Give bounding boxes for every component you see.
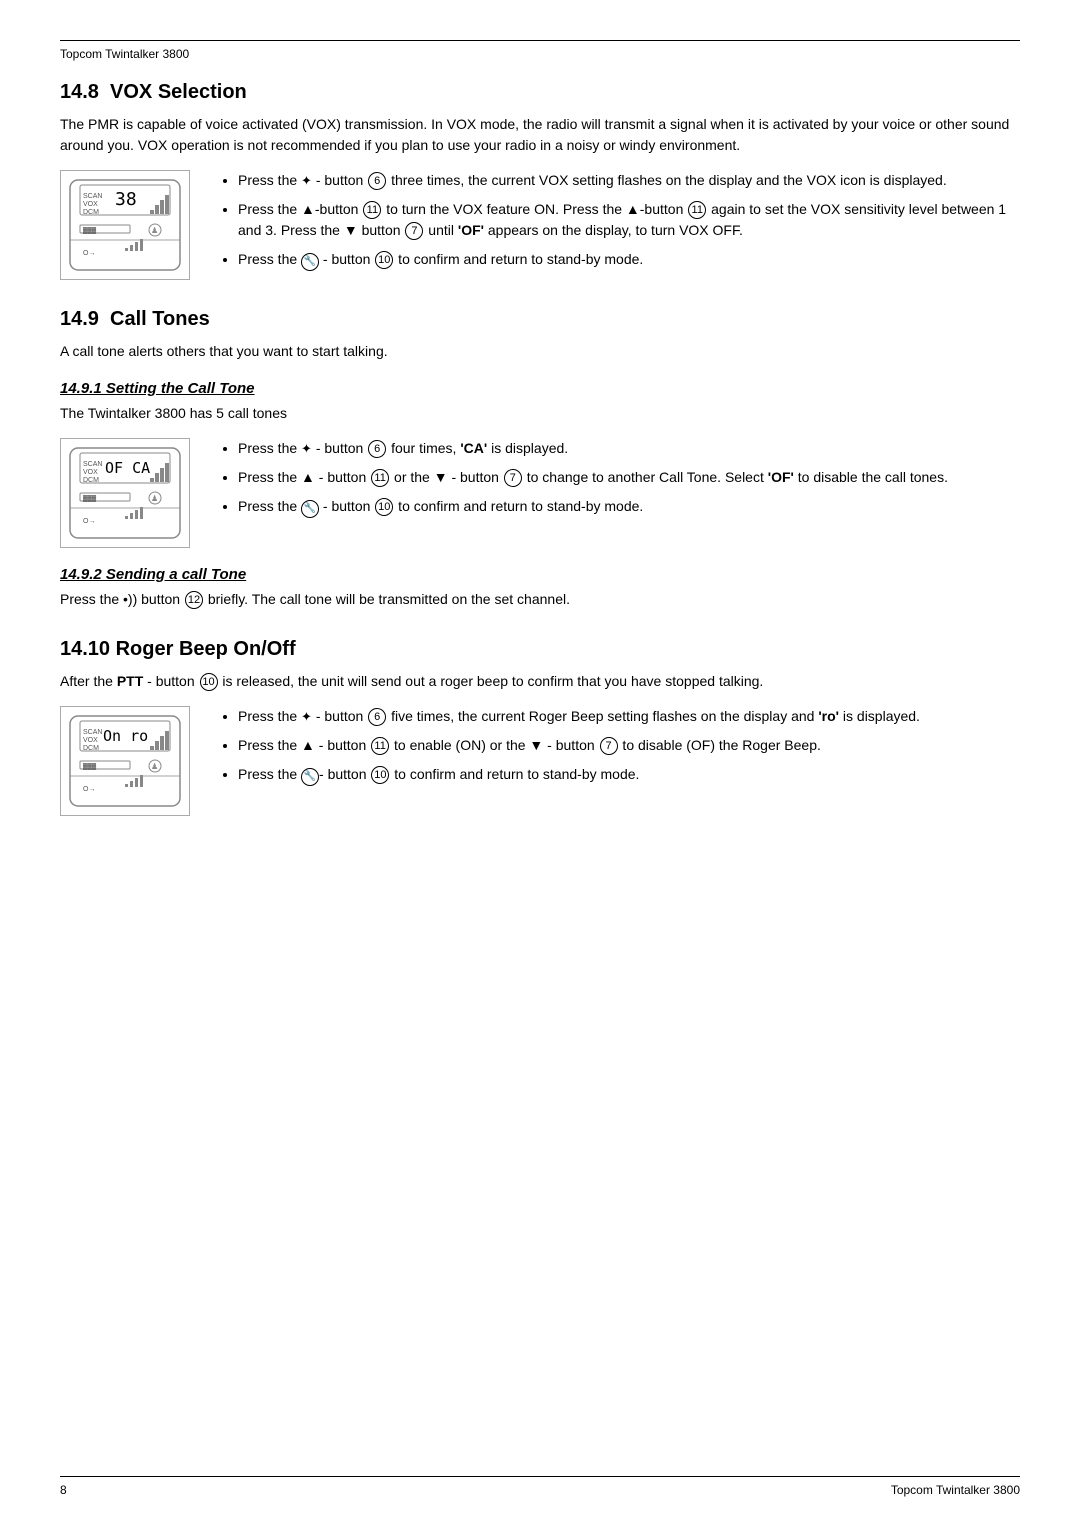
sub-section-992-title: 14.9.2 Sending a call Tone — [60, 566, 1020, 583]
svg-text:O→: O→ — [83, 786, 95, 793]
svg-text:VOX: VOX — [83, 469, 98, 476]
svg-text:VOX: VOX — [83, 201, 98, 208]
vox-bullet-3: Press the 🔧 - button 10 to confirm and r… — [238, 249, 1020, 271]
svg-text:DCM: DCM — [83, 477, 99, 484]
header: Topcom Twintalker 3800 — [60, 40, 1020, 61]
sub-section-991-title: 14.9.1 Setting the Call Tone — [60, 380, 1020, 397]
footer-brand: Topcom Twintalker 3800 — [891, 1483, 1020, 1497]
section-call-tones: 14.9 Call Tones A call tone alerts other… — [60, 308, 1020, 610]
svg-text:♟: ♟ — [151, 762, 158, 771]
call-tone-device-image: SCAN VOX DCM OF CA ▓▓▓ ♟ O→ — [60, 438, 190, 548]
call-tones-body: A call tone alerts others that you want … — [60, 341, 1020, 362]
section-roger-beep: 14.10 Roger Beep On/Off After the PTT - … — [60, 638, 1020, 816]
svg-text:♟: ♟ — [151, 494, 158, 503]
roger-beep-bullets: Press the ✦ - button 6 five times, the c… — [214, 706, 1020, 794]
svg-text:SCAN: SCAN — [83, 461, 102, 468]
vox-device-image: SCAN VOX DCM 38 ▓▓▓ ♟ — [60, 170, 190, 280]
footer: 8 Topcom Twintalker 3800 — [60, 1476, 1020, 1497]
vox-content: SCAN VOX DCM 38 ▓▓▓ ♟ — [60, 170, 1020, 280]
roger-beep-bullet-2: Press the ▲ - button 11 to enable (ON) o… — [238, 735, 1020, 756]
call-tone-setting-content: SCAN VOX DCM OF CA ▓▓▓ ♟ O→ — [60, 438, 1020, 548]
header-text: Topcom Twintalker 3800 — [60, 47, 189, 61]
svg-text:O→: O→ — [83, 518, 95, 525]
vox-bullet-2: Press the ▲-button 11 to turn the VOX fe… — [238, 199, 1020, 241]
call-tone-bullet-3: Press the 🔧 - button 10 to confirm and r… — [238, 496, 1020, 518]
svg-text:▓▓▓: ▓▓▓ — [83, 763, 97, 770]
svg-text:▓▓▓: ▓▓▓ — [83, 227, 97, 234]
roger-beep-intro: After the PTT - button 10 is released, t… — [60, 671, 1020, 692]
vox-title: 14.8 VOX Selection — [60, 81, 1020, 104]
call-tone-setting-bullets: Press the ✦ - button 6 four times, 'CA' … — [214, 438, 1020, 526]
roger-beep-title: 14.10 Roger Beep On/Off — [60, 638, 1020, 661]
roger-beep-content: SCAN VOX DCM On ro ▓▓▓ ♟ O→ — [60, 706, 1020, 816]
svg-text:O→: O→ — [83, 250, 95, 257]
vox-bullet-1: Press the ✦ - button 6 three times, the … — [238, 170, 1020, 191]
sub-section-991-body: The Twintalker 3800 has 5 call tones — [60, 403, 1020, 424]
svg-text:VOX: VOX — [83, 737, 98, 744]
roger-beep-bullet-3: Press the 🔧- button 10 to confirm and re… — [238, 764, 1020, 786]
svg-text:38: 38 — [115, 189, 137, 210]
footer-page-number: 8 — [60, 1483, 67, 1497]
call-tone-bullet-1: Press the ✦ - button 6 four times, 'CA' … — [238, 438, 1020, 459]
svg-text:On ro: On ro — [103, 727, 148, 745]
svg-text:♟: ♟ — [151, 226, 158, 235]
svg-text:SCAN: SCAN — [83, 193, 102, 200]
vox-bullets: Press the ✦ - button 6 three times, the … — [214, 170, 1020, 279]
svg-text:▓▓▓: ▓▓▓ — [83, 495, 97, 502]
call-tones-title: 14.9 Call Tones — [60, 308, 1020, 331]
svg-text:SCAN: SCAN — [83, 729, 102, 736]
call-tone-bullet-2: Press the ▲ - button 11 or the ▼ - butto… — [238, 467, 1020, 488]
page: Topcom Twintalker 3800 14.8 VOX Selectio… — [0, 0, 1080, 1527]
roger-beep-device-image: SCAN VOX DCM On ro ▓▓▓ ♟ O→ — [60, 706, 190, 816]
sub-section-992-body: Press the •)) button 12 briefly. The cal… — [60, 589, 1020, 610]
svg-text:DCM: DCM — [83, 209, 99, 216]
vox-body: The PMR is capable of voice activated (V… — [60, 114, 1020, 156]
svg-text:DCM: DCM — [83, 745, 99, 752]
roger-beep-bullet-1: Press the ✦ - button 6 five times, the c… — [238, 706, 1020, 727]
svg-text:OF CA: OF CA — [105, 459, 150, 477]
section-vox: 14.8 VOX Selection The PMR is capable of… — [60, 81, 1020, 280]
